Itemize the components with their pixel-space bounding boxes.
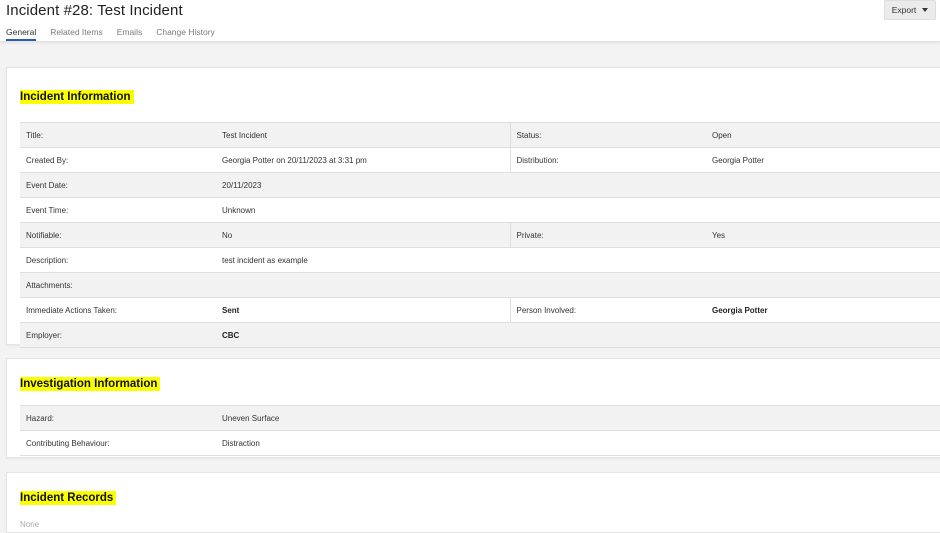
investigation-information-table: Hazard: Uneven Surface Contributing Beha…	[20, 405, 940, 456]
field-value: test incident as example	[216, 247, 510, 273]
field-value: Georgia Potter on 20/11/2023 at 3:31 pm	[216, 147, 510, 173]
field-label: Notifiable:	[20, 222, 216, 248]
table-row: Notifiable: No Private: Yes	[20, 222, 940, 248]
field-value: Test Incident	[216, 122, 510, 148]
field-label	[510, 197, 706, 223]
incident-information-table: Title: Test Incident Status: Open Create…	[20, 122, 940, 348]
field-value	[706, 197, 940, 223]
tab-related-items[interactable]: Related Items	[50, 27, 102, 41]
field-value	[706, 272, 940, 298]
table-row: Created By: Georgia Potter on 20/11/2023…	[20, 147, 940, 173]
field-value	[706, 172, 940, 198]
field-value: CBC	[216, 322, 510, 348]
field-label	[510, 322, 706, 348]
empty-state-text: None	[20, 520, 40, 529]
field-value: Georgia Potter	[706, 147, 940, 173]
table-row: Hazard: Uneven Surface	[20, 405, 940, 431]
caret-down-icon	[922, 8, 929, 12]
field-label: Employer:	[20, 322, 216, 348]
incident-information-card: Incident Information Title: Test Inciden…	[6, 67, 940, 348]
table-row: Description: test incident as example	[20, 247, 940, 273]
incident-records-card: Incident Records None	[6, 472, 940, 533]
page-header: Incident #28: Test Incident General Rela…	[0, 0, 940, 42]
table-row: Event Time: Unknown	[20, 197, 940, 223]
field-label	[510, 272, 706, 298]
export-button[interactable]: Export	[884, 0, 936, 20]
field-label: Event Date:	[20, 172, 216, 198]
table-row: Contributing Behaviour: Distraction	[20, 430, 940, 456]
table-row: Employer: CBC	[20, 322, 940, 348]
field-label: Private:	[509, 222, 706, 248]
tab-change-history[interactable]: Change History	[156, 27, 215, 41]
investigation-information-card: Investigation Information Hazard: Uneven…	[6, 358, 940, 458]
field-value: No	[216, 222, 510, 248]
field-label: Hazard:	[20, 405, 216, 431]
table-row: Immediate Actions Taken: Sent Person Inv…	[20, 297, 940, 323]
field-value: Sent	[216, 297, 510, 323]
table-row: Event Date: 20/11/2023	[20, 172, 940, 198]
table-row: Attachments:	[20, 272, 940, 298]
tab-emails[interactable]: Emails	[117, 27, 143, 41]
field-value: Open	[706, 122, 940, 148]
field-label	[510, 172, 706, 198]
field-label	[510, 247, 706, 273]
field-value: Uneven Surface	[216, 405, 940, 431]
field-label: Event Time:	[20, 197, 216, 223]
field-value	[216, 272, 510, 298]
field-value: Georgia Potter	[706, 297, 940, 323]
table-row: Title: Test Incident Status: Open	[20, 122, 940, 148]
field-label: Person Involved:	[509, 297, 706, 323]
export-button-label: Export	[891, 5, 917, 15]
field-label: Title:	[20, 122, 216, 148]
field-label: Immediate Actions Taken:	[20, 297, 216, 323]
page-title: Incident #28: Test Incident	[6, 2, 183, 19]
field-value	[706, 322, 940, 348]
tab-general[interactable]: General	[6, 27, 37, 41]
field-label: Attachments:	[20, 272, 216, 298]
tab-bar: General Related Items Emails Change Hist…	[6, 27, 229, 41]
field-label: Description:	[20, 247, 216, 273]
field-label: Created By:	[20, 147, 216, 173]
investigation-information-heading: Investigation Information	[20, 377, 161, 391]
field-label: Distribution:	[509, 147, 706, 173]
field-value: Distraction	[216, 430, 940, 456]
field-value: Yes	[706, 222, 940, 248]
field-value: 20/11/2023	[216, 172, 510, 198]
field-value: Unknown	[216, 197, 510, 223]
incident-records-heading: Incident Records	[20, 491, 117, 505]
field-value	[706, 247, 940, 273]
incident-information-heading: Incident Information	[20, 90, 134, 104]
field-label: Status:	[509, 122, 706, 148]
field-label: Contributing Behaviour:	[20, 430, 216, 456]
